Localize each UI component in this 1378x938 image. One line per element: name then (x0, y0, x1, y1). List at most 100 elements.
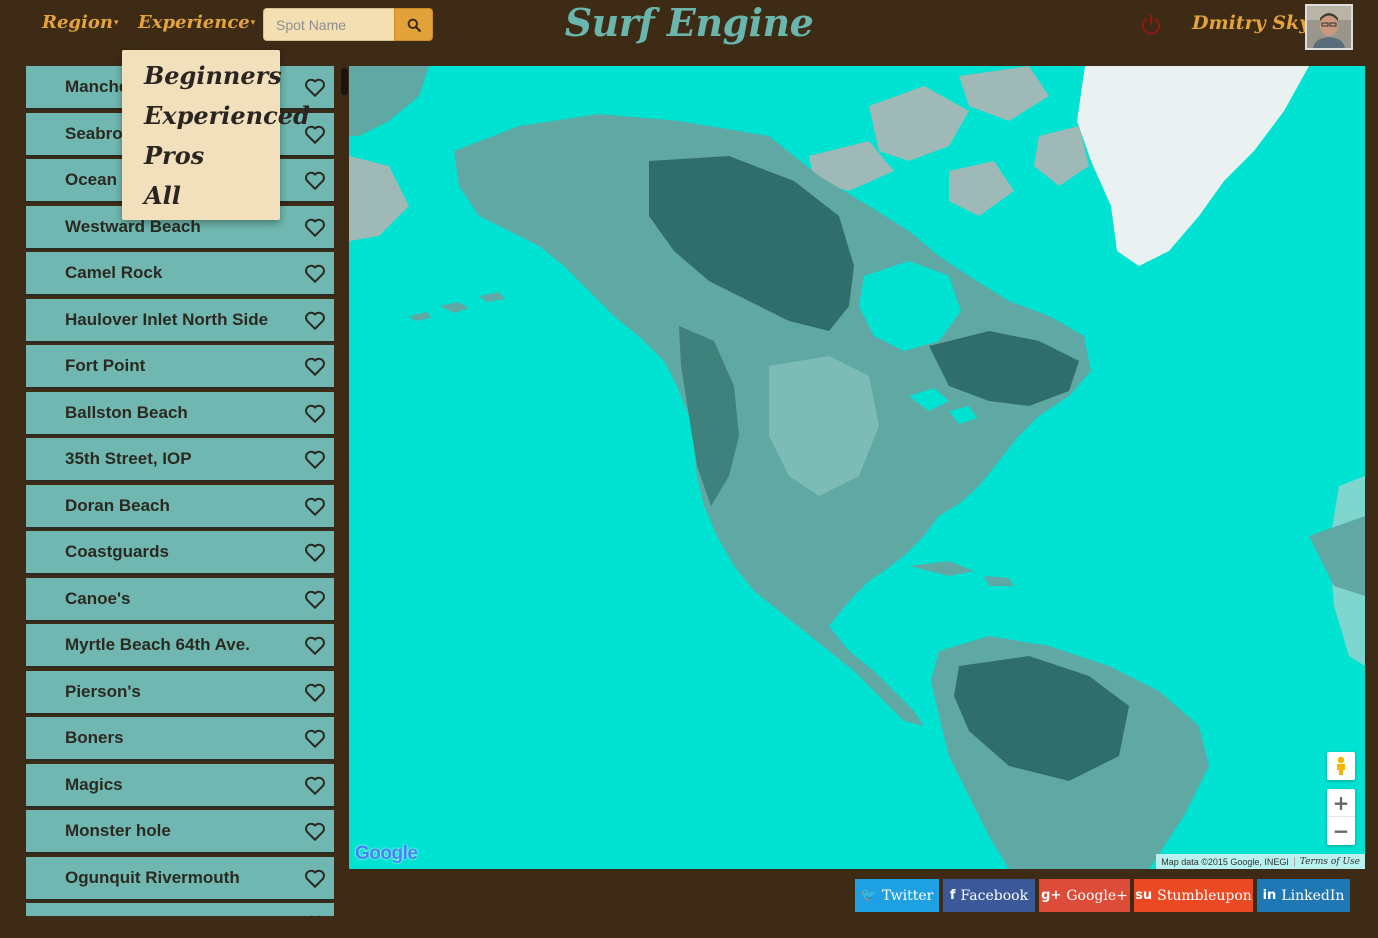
spot-name: Coastguards (65, 542, 169, 561)
spot-name: Canoe's (65, 588, 131, 608)
spot-list-item[interactable]: Camel Rock (26, 252, 334, 296)
siberia-edge (349, 66, 429, 136)
spot-name: Haulover Inlet North Side (65, 309, 269, 329)
spot-list-item[interactable]: Ballston Beach (26, 391, 334, 436)
spot-name: 35th Street, IOP (65, 449, 192, 468)
spot-list-item[interactable]: Magics (26, 763, 334, 808)
share-label: Facebook (960, 887, 1029, 904)
map-terrain (349, 66, 1365, 869)
google-logo[interactable]: Google (355, 843, 418, 865)
spot-list-item[interactable]: 35th Street, IOP (26, 438, 334, 482)
spot-list-item[interactable]: Doran Beach (26, 484, 334, 529)
nav-region-label: Region (42, 12, 113, 33)
stumbleupon-icon: su (1135, 888, 1153, 903)
share-label: Google+ (1066, 887, 1128, 904)
avatar[interactable] (1305, 4, 1353, 50)
spot-list-item[interactable]: Ogunquit Rivermouth (26, 856, 334, 901)
heart-icon[interactable] (304, 356, 326, 377)
heart-icon[interactable] (304, 914, 326, 916)
heart-icon[interactable] (304, 868, 326, 889)
caret-down-icon: ▾ (113, 18, 119, 28)
brand-title[interactable]: Surf Engine (565, 0, 814, 45)
zoom-out-button[interactable]: − (1327, 817, 1355, 845)
nav-experience-label: Experience (138, 12, 250, 33)
map-attribution: Map data ©2015 Google, INEGI Terms of Us… (1156, 854, 1365, 869)
share-twitter-button[interactable]: 🐦 Twitter (855, 879, 939, 912)
power-icon[interactable] (1139, 13, 1163, 37)
spot-list-item[interactable]: Coastguards (26, 531, 334, 575)
share-stumbleupon-button[interactable]: su Stumbleupon (1134, 879, 1253, 912)
spot-list-item[interactable]: Boners (26, 717, 334, 761)
terms-of-use-link[interactable]: Terms of Use (1293, 856, 1365, 867)
street-view-pegman[interactable] (1327, 752, 1355, 780)
heart-icon[interactable] (304, 310, 326, 331)
user-name[interactable]: Dmitry Sky (1192, 12, 1310, 34)
search-form (263, 8, 433, 41)
facebook-icon: f (949, 888, 956, 903)
heart-icon[interactable] (304, 542, 326, 563)
heart-icon[interactable] (304, 403, 326, 424)
spot-list-item[interactable]: Monster hole (26, 810, 334, 854)
spot-name: Camel Rock (65, 263, 163, 282)
scrollbar[interactable] (341, 68, 348, 95)
spot-name: Ballston Beach (65, 402, 188, 422)
spot-list-item[interactable]: Haulover Inlet North Side (26, 298, 334, 343)
search-button[interactable] (394, 8, 433, 41)
spot-name: Boners (65, 728, 124, 747)
heart-icon[interactable] (304, 682, 326, 703)
menu-item-pros[interactable]: Pros (122, 138, 280, 178)
heart-icon[interactable] (304, 775, 326, 796)
menu-item-experienced[interactable]: Experienced (122, 98, 310, 138)
google-logo-text: Google (355, 843, 418, 864)
spot-name: Magics (65, 774, 123, 794)
spot-list-item[interactable]: Myrtle Beach 64th Ave. (26, 624, 334, 668)
share-label: LinkedIn (1281, 887, 1345, 904)
spot-name: Ogunquit Rivermouth (65, 867, 240, 887)
heart-icon[interactable] (304, 728, 326, 749)
spot-list-item[interactable] (26, 903, 334, 916)
heart-icon[interactable] (304, 170, 326, 191)
user-photo (1307, 6, 1351, 48)
share-bar: 🐦 Twitter f Facebook g+ Google+ su Stumbleupon i… (855, 879, 1350, 912)
heart-icon[interactable] (304, 77, 326, 98)
menu-item-all[interactable]: All (122, 178, 280, 218)
spot-search-input[interactable] (263, 8, 394, 41)
pegman-icon (1337, 756, 1345, 775)
heart-icon[interactable] (304, 449, 326, 470)
map-data-credit: Map data ©2015 Google, INEGI (1161, 856, 1289, 867)
menu-item-beginners[interactable]: Beginners (122, 58, 282, 98)
aleutian-islands (409, 292, 505, 321)
heart-icon[interactable] (304, 217, 326, 238)
share-label: Stumbleupon (1157, 887, 1252, 904)
linkedin-icon: in (1262, 888, 1277, 903)
africa-edge-2 (1309, 516, 1365, 596)
heart-icon[interactable] (304, 263, 326, 284)
nav-region[interactable]: Region▾ (42, 12, 118, 33)
zoom-in-button[interactable]: + (1327, 789, 1355, 817)
greenland-landmass (1077, 66, 1309, 266)
spot-name: Monster hole (65, 821, 171, 840)
share-google-button[interactable]: g+ Google+ (1039, 879, 1130, 912)
spot-list-item[interactable]: Fort Point (26, 345, 334, 389)
spot-name: Myrtle Beach 64th Ave. (65, 635, 250, 654)
caret-down-icon: ▾ (250, 18, 256, 28)
share-linkedin-button[interactable]: in LinkedIn (1257, 879, 1350, 912)
heart-icon[interactable] (304, 496, 326, 517)
spot-list-item[interactable]: Pierson's (26, 670, 334, 715)
nav-experience[interactable]: Experience▾ (138, 12, 255, 33)
heart-icon[interactable] (304, 821, 326, 842)
share-facebook-button[interactable]: f Facebook (943, 879, 1035, 912)
share-label: Twitter (881, 887, 934, 904)
spot-name: Doran Beach (65, 495, 170, 515)
twitter-icon: 🐦 (860, 888, 877, 903)
map[interactable]: Google + − Map data ©2015 Google, INEGI … (349, 66, 1365, 869)
caribbean-islands (909, 561, 1014, 586)
zoom-control: + − (1327, 789, 1355, 845)
spot-list-item[interactable]: Canoe's (26, 577, 334, 622)
heart-icon[interactable] (304, 589, 326, 610)
spot-name: Fort Point (65, 356, 146, 375)
chukotka (349, 156, 409, 241)
arctic-islands (809, 66, 1089, 216)
heart-icon[interactable] (304, 635, 326, 656)
google-plus-icon: g+ (1041, 888, 1062, 903)
